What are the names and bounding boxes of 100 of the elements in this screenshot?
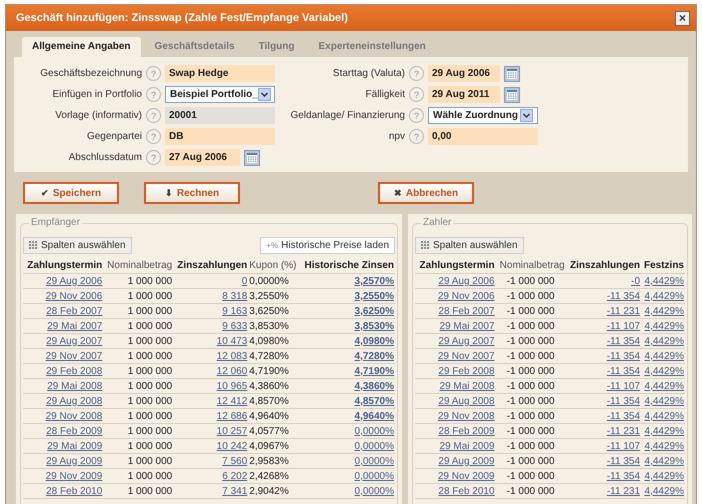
date-link[interactable]: 29 Mai 2007 [47,320,102,332]
date-link[interactable]: 28 Feb 2007 [438,306,495,316]
amount-link[interactable]: 10 242 [216,440,248,452]
date-link[interactable]: 28 Feb 2007 [46,306,102,316]
rate-link[interactable]: 4,7190% [354,366,394,376]
amount-link[interactable]: 10 965 [216,380,248,392]
date-link[interactable]: 29 Mai 2009 [440,440,495,452]
calendar-icon[interactable] [244,150,260,166]
rate-link[interactable]: 4,4429% [644,380,684,392]
input-field[interactable]: 20001 [165,107,275,124]
amount-link[interactable]: -11 354 [606,456,640,466]
date-link[interactable]: 29 Nov 2007 [46,350,102,362]
rate-link[interactable]: 4,4429% [644,456,684,466]
rate-link[interactable]: 3,6250% [354,306,394,316]
amount-link[interactable]: -11 354 [606,336,640,346]
tab[interactable]: Geschäftsdetails [144,37,245,57]
date-link[interactable]: 29 Aug 2009 [46,456,102,466]
input-field[interactable]: 27 Aug 2006 [165,149,240,166]
tab[interactable]: Allgemeine Angaben [22,37,141,57]
rate-link[interactable]: 4,4429% [644,336,684,346]
input-field[interactable]: 29 Aug 2006 [428,65,500,82]
dropdown[interactable]: Beispiel Portfolio_ [165,86,275,103]
columns-button[interactable]: Spalten auswählen [415,237,524,254]
columns-button[interactable]: Spalten auswählen [23,237,132,254]
rate-link[interactable]: 3,2570% [354,276,394,286]
amount-link[interactable]: 7 341 [222,486,248,496]
date-link[interactable]: 29 Mai 2008 [47,380,102,392]
date-link[interactable]: 28 Feb 2009 [46,426,102,436]
rate-link[interactable]: 4,4429% [644,276,684,286]
rate-link[interactable]: 4,4429% [644,426,684,436]
amount-link[interactable]: 8 318 [222,290,248,302]
calculate-button[interactable]: ⬇ Rechnen [144,182,240,204]
calendar-icon[interactable] [504,66,520,82]
column-header[interactable]: Zahlungstermin [415,258,496,274]
close-button[interactable]: × [675,10,690,26]
rate-link[interactable]: 0,0000% [354,470,394,482]
amount-link[interactable]: -11 107 [606,380,640,392]
amount-link[interactable]: -11 107 [606,440,640,452]
date-link[interactable]: 29 Aug 2006 [438,276,495,286]
date-link[interactable]: 29 Nov 2006 [46,290,102,302]
tab[interactable]: Experteneinstellungen [308,37,436,57]
rate-link[interactable]: 4,4429% [644,290,684,302]
rate-link[interactable]: 4,4429% [644,470,684,482]
date-link[interactable]: 29 Nov 2009 [46,470,102,482]
rate-link[interactable]: 4,8570% [354,396,394,406]
rate-link[interactable]: 4,9640% [354,410,394,422]
dropdown[interactable]: Wähle Zuordnung [428,107,538,124]
column-header[interactable]: Zahlungstermin [23,258,104,274]
amount-link[interactable]: -11 231 [606,426,640,436]
amount-link[interactable]: 10 473 [216,336,248,346]
amount-link[interactable]: -11 231 [606,306,640,316]
date-link[interactable]: 29 Nov 2006 [438,290,495,302]
date-link[interactable]: 29 Feb 2008 [46,366,102,376]
rate-link[interactable]: 0,0000% [354,456,394,466]
amount-link[interactable]: 12 060 [216,366,248,376]
amount-link[interactable]: -11 354 [606,290,640,302]
date-link[interactable]: 29 Mai 2008 [440,380,495,392]
amount-link[interactable]: -11 354 [606,410,640,422]
column-header[interactable]: Kupon (%) [248,258,300,274]
rate-link[interactable]: 0,0000% [354,426,394,436]
amount-link[interactable]: 7 560 [222,456,248,466]
input-field[interactable]: Swap Hedge [165,65,275,82]
date-link[interactable]: 29 Nov 2008 [46,410,102,422]
tab[interactable]: Tilgung [248,37,305,57]
cancel-button[interactable]: ✖ Abbrechen [378,182,474,204]
amount-link[interactable]: -11 231 [606,486,640,496]
date-link[interactable]: 29 Aug 2007 [438,336,495,346]
amount-link[interactable]: -11 354 [606,366,640,376]
column-header[interactable]: Festzins [641,258,685,274]
date-link[interactable]: 29 Aug 2008 [46,396,102,406]
date-link[interactable]: 29 Nov 2008 [438,410,495,422]
load-history-button[interactable]: +% Historische Preise laden [260,237,395,254]
input-field[interactable]: 0,00 [428,128,538,145]
date-link[interactable]: 29 Aug 2006 [46,276,102,286]
amount-link[interactable]: -11 354 [606,350,640,362]
rate-link[interactable]: 4,3860% [354,380,394,392]
rate-link[interactable]: 4,4429% [644,396,684,406]
column-header[interactable]: Nominalbetrag [496,258,566,274]
amount-link[interactable]: 9 163 [222,306,248,316]
rate-link[interactable]: 0,0000% [354,440,394,452]
amount-link[interactable]: 12 686 [216,410,248,422]
column-header[interactable]: Zinszahlungen [566,258,642,274]
rate-link[interactable]: 4,4429% [644,440,684,452]
rate-link[interactable]: 4,0980% [354,336,394,346]
save-button[interactable]: ✔ Speichern [23,182,119,204]
rate-link[interactable]: 3,8530% [354,320,394,332]
amount-link[interactable]: -11 354 [606,470,640,482]
column-header[interactable]: Zinszahlungen [173,258,248,274]
input-field[interactable]: DB [165,128,275,145]
amount-link[interactable]: -11 354 [606,396,640,406]
amount-link[interactable]: -0 [631,276,640,286]
date-link[interactable]: 29 Aug 2008 [438,396,495,406]
amount-link[interactable]: 0 [242,276,248,286]
date-link[interactable]: 29 Aug 2009 [438,456,495,466]
rate-link[interactable]: 4,4429% [644,306,684,316]
rate-link[interactable]: 4,4429% [644,410,684,422]
date-link[interactable]: 28 Feb 2010 [438,486,495,496]
amount-link[interactable]: 10 257 [216,426,248,436]
rate-link[interactable]: 4,4429% [644,366,684,376]
date-link[interactable]: 28 Feb 2009 [438,426,495,436]
